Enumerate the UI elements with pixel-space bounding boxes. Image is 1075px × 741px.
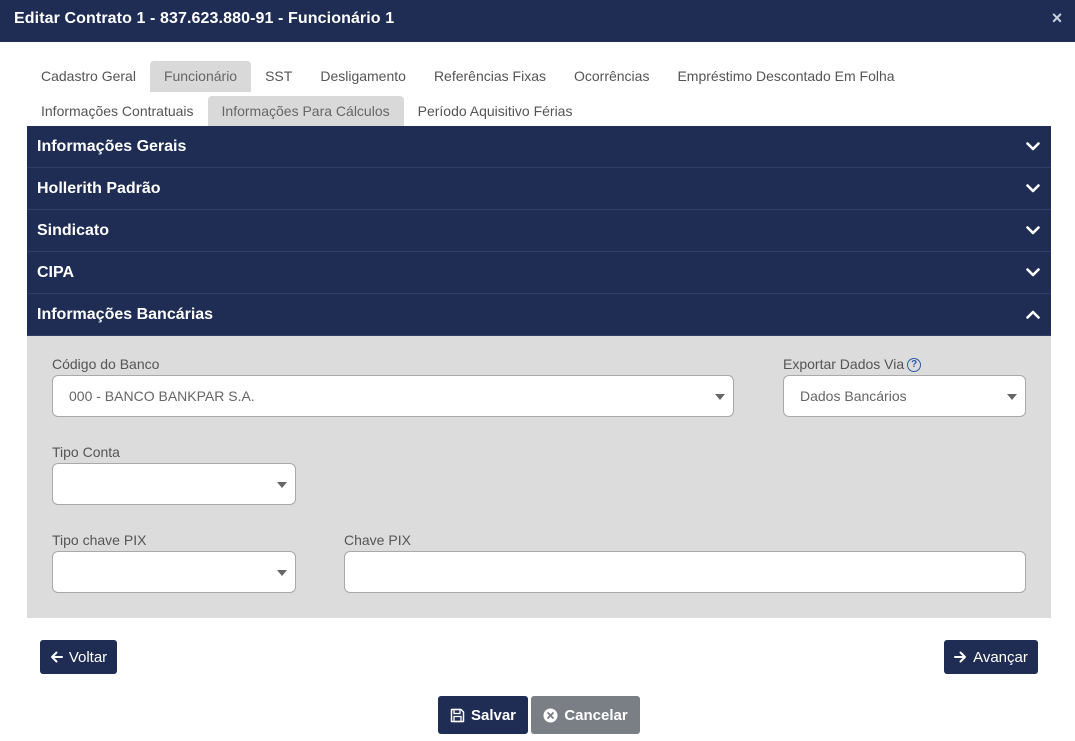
caret-down-icon [715,394,725,400]
tab-cadastro-geral[interactable]: Cadastro Geral [27,61,150,92]
salvar-label: Salvar [470,706,517,724]
section-hollerith-padrao[interactable]: Hollerith Padrão [27,168,1051,210]
exportar-select[interactable]: Dados Bancários [783,375,1026,417]
tab-sst[interactable]: SST [251,61,306,92]
chevron-up-icon [1025,307,1041,323]
caret-down-icon [277,570,287,576]
section-label: Informações Bancárias [37,305,214,323]
salvar-button[interactable]: Salvar [438,696,528,734]
codigo-banco-value: 000 - BANCO BANKPAR S.A. [69,388,255,404]
cancelar-label: Cancelar [564,706,628,724]
tipo-conta-label: Tipo Conta [52,444,120,460]
avancar-label: Avançar [973,648,1028,666]
help-icon[interactable]: ? [907,358,922,373]
tipo-pix-select[interactable] [52,551,296,593]
tabs-row-1: Cadastro Geral Funcionário SST Desligame… [27,61,909,92]
voltar-button[interactable]: Voltar [40,640,117,674]
bank-info-panel: Código do Banco 000 - BANCO BANKPAR S.A.… [27,336,1051,618]
tabs-row-2: Informações Contratuais Informações Para… [27,96,586,127]
caret-down-icon [1007,394,1017,400]
chevron-down-icon [1025,223,1041,239]
section-cipa[interactable]: CIPA [27,252,1051,294]
chevron-down-icon [1025,181,1041,197]
chevron-down-icon [1025,139,1041,155]
save-icon [450,708,465,723]
chave-pix-input[interactable] [344,551,1026,593]
codigo-banco-select[interactable]: 000 - BANCO BANKPAR S.A. [52,375,734,417]
section-label: Sindicato [37,221,110,239]
close-circle-icon [543,708,558,723]
tab-desligamento[interactable]: Desligamento [306,61,420,92]
section-label: Hollerith Padrão [37,179,161,197]
tab-informacoes-contratuais[interactable]: Informações Contratuais [27,96,208,127]
exportar-value: Dados Bancários [800,388,907,404]
section-informacoes-gerais[interactable]: Informações Gerais [27,126,1051,168]
dialog-title: Editar Contrato 1 - 837.623.880-91 - Fun… [14,10,395,27]
exportar-label-text: Exportar Dados Via [783,356,905,372]
tipo-conta-select[interactable] [52,463,296,505]
section-informacoes-bancarias[interactable]: Informações Bancárias [27,294,1051,336]
arrow-right-icon [954,651,967,663]
tab-emprestimo[interactable]: Empréstimo Descontado Em Folha [663,61,908,92]
exportar-label: Exportar Dados Via? [783,356,922,373]
avancar-button[interactable]: Avançar [944,640,1038,674]
dialog-titlebar: Editar Contrato 1 - 837.623.880-91 - Fun… [0,0,1075,42]
close-icon[interactable]: × [1049,9,1065,27]
cancelar-button[interactable]: Cancelar [531,696,640,734]
tab-periodo-aquisitivo[interactable]: Período Aquisitivo Férias [404,96,587,127]
tab-ocorrencias[interactable]: Ocorrências [560,61,663,92]
section-label: CIPA [37,263,75,281]
caret-down-icon [277,482,287,488]
tab-informacoes-calculos[interactable]: Informações Para Cálculos [207,96,404,127]
voltar-label: Voltar [68,648,108,666]
chave-pix-label: Chave PIX [344,532,411,548]
tipo-pix-label: Tipo chave PIX [52,532,147,548]
chevron-down-icon [1025,265,1041,281]
arrow-left-icon [50,651,63,663]
section-label: Informações Gerais [37,137,187,155]
section-sindicato[interactable]: Sindicato [27,210,1051,252]
codigo-banco-label: Código do Banco [52,356,160,372]
tab-funcionario[interactable]: Funcionário [149,61,252,92]
accordion: Informações Gerais Hollerith Padrão Sind… [27,126,1051,618]
tab-referencias-fixas[interactable]: Referências Fixas [420,61,560,92]
